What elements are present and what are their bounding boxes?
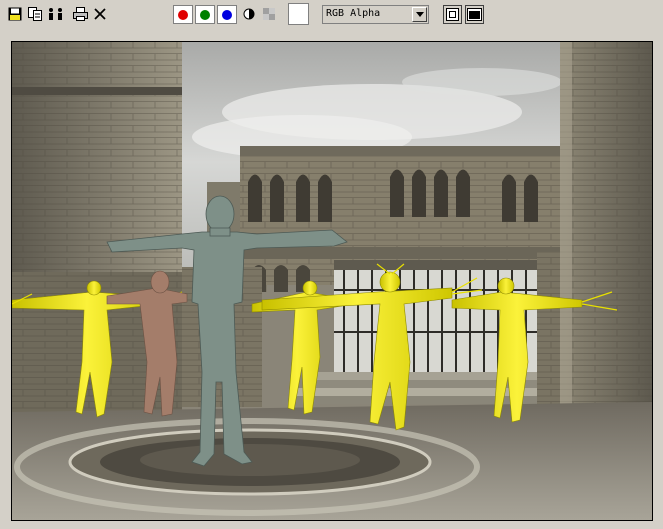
red-dot-icon: [178, 9, 188, 20]
single-frame-button[interactable]: [443, 5, 462, 24]
frame-icon: [446, 8, 459, 21]
blue-dot-icon: [222, 9, 232, 20]
screen-icon: [467, 8, 482, 21]
display-mode-value: RGB Alpha: [326, 8, 381, 19]
render-toolbar: RGB Alpha: [0, 0, 663, 32]
clone-icon[interactable]: [47, 5, 65, 23]
clear-button[interactable]: [260, 5, 278, 23]
monochrome-button[interactable]: [240, 5, 258, 23]
copy-icon[interactable]: [26, 5, 44, 23]
rendered-frame-viewport[interactable]: [11, 41, 653, 521]
checker-icon: [263, 8, 275, 20]
right-tower: [560, 42, 652, 442]
blue-channel-button[interactable]: [217, 5, 237, 24]
red-channel-button[interactable]: [173, 5, 193, 24]
rendered-scene: [12, 42, 652, 520]
print-icon[interactable]: [71, 5, 89, 23]
close-icon[interactable]: [91, 5, 109, 23]
display-mode-select[interactable]: RGB Alpha: [322, 5, 429, 24]
save-icon[interactable]: [6, 5, 24, 23]
chevron-down-icon[interactable]: [412, 7, 427, 22]
green-channel-button[interactable]: [195, 5, 215, 24]
full-frame-button[interactable]: [465, 5, 484, 24]
background-color-swatch[interactable]: [288, 3, 309, 25]
half-circle-icon: [243, 8, 255, 20]
green-dot-icon: [200, 9, 210, 20]
